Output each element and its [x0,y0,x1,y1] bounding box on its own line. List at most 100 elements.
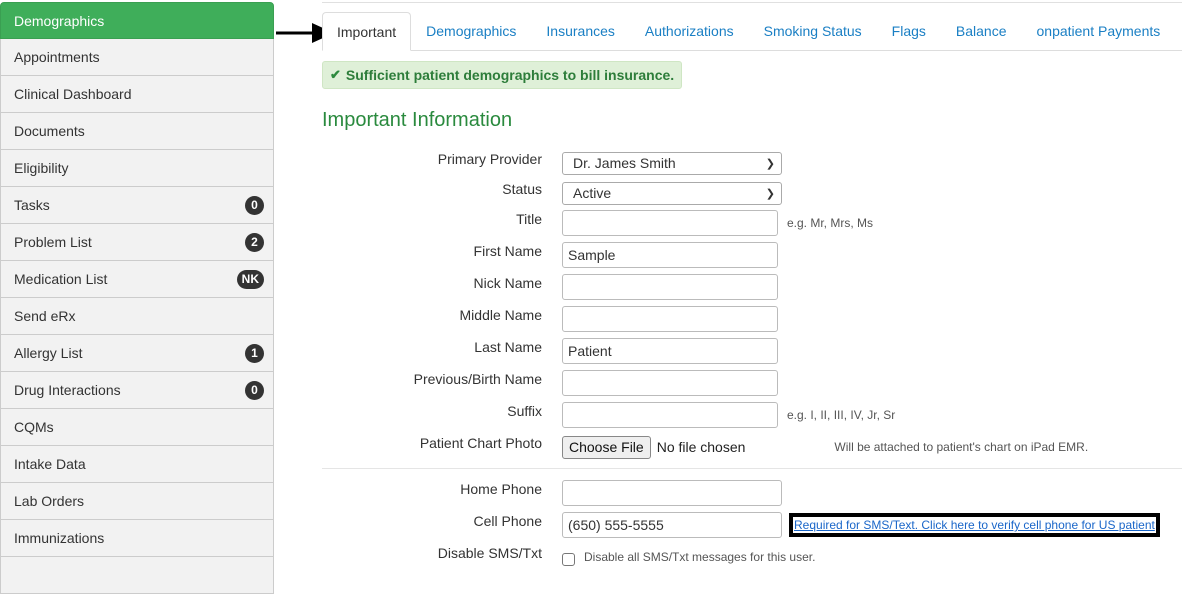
cell-phone-input[interactable] [562,512,782,538]
sidebar-item-problem-list[interactable]: Problem List 2 [0,224,274,261]
primary-provider-select[interactable]: Dr. James Smith ❯ [562,151,782,175]
middle-name-input[interactable] [562,306,778,332]
row-primary-provider: Primary Provider Dr. James Smith ❯ [322,149,782,177]
nick-name-label: Nick Name [473,275,542,291]
chevron-down-icon: ❯ [765,157,775,170]
check-icon: ✔ [330,67,341,82]
row-suffix: Suffix e.g. I, II, III, IV, Jr, Sr [322,401,895,429]
first-name-label: First Name [473,243,542,259]
alert-text: Sufficient patient demographics to bill … [345,67,675,83]
tab-authorizations[interactable]: Authorizations [630,12,749,50]
title-hint: e.g. Mr, Mrs, Ms [787,216,874,230]
disable-sms-label: Disable SMS/Txt [437,545,542,561]
sidebar-item-tasks[interactable]: Tasks 0 [0,187,274,224]
status-select[interactable]: Active ❯ [562,181,782,205]
sidebar-item-allergy-list[interactable]: Allergy List 1 [0,335,274,372]
sidebar-item-label: Allergy List [14,345,83,361]
tab-onpatient-payments[interactable]: onpatient Payments [1022,12,1176,50]
sidebar-item-label: Documents [14,123,85,139]
sidebar-item-label: Immunizations [14,530,105,546]
sidebar-item-eligibility[interactable]: Eligibility [0,150,274,187]
sidebar-item-label: Tasks [14,197,50,213]
last-name-input[interactable] [562,338,778,364]
row-title: Title e.g. Mr, Mrs, Ms [322,209,873,237]
sidebar-item-label: Drug Interactions [14,382,121,398]
previous-name-input[interactable] [562,370,778,396]
sidebar-item-label: Eligibility [14,160,69,176]
row-chart-photo: Patient Chart Photo Choose File No file … [322,433,1088,461]
sidebar-item-cqms[interactable]: CQMs [0,409,274,446]
sidebar-item-label: Send eRx [14,308,76,324]
tab-smoking-status[interactable]: Smoking Status [749,12,877,50]
suffix-label: Suffix [507,403,542,419]
sidebar-item-appointments[interactable]: Appointments [0,39,274,76]
count-badge: 0 [245,380,264,400]
top-divider [322,0,1182,3]
disable-sms-checkbox[interactable] [562,552,575,566]
tab-important[interactable]: Important [322,12,412,51]
sidebar-item-immunizations[interactable]: Immunizations [0,520,274,557]
primary-provider-value: Dr. James Smith [573,155,676,171]
suffix-hint: e.g. I, II, III, IV, Jr, Sr [787,408,896,422]
cell-phone-label: Cell Phone [473,513,543,529]
sidebar-item-label: Appointments [14,49,100,65]
sidebar-item-clinical-dashboard[interactable]: Clinical Dashboard [0,76,274,113]
row-first-name: First Name [322,241,778,269]
disable-sms-text: Disable all SMS/Txt messages for this us… [584,550,816,564]
choose-file-button[interactable]: Choose File [562,435,651,459]
tab-insurances[interactable]: Insurances [531,12,629,50]
row-cell-phone: Cell Phone Required for SMS/Text. Click … [322,511,1160,539]
count-badge: NK [236,269,264,289]
title-label: Title [516,211,542,227]
tab-flags[interactable]: Flags [877,12,941,50]
row-nick-name: Nick Name [322,273,778,301]
verify-cell-phone-link[interactable]: Required for SMS/Text. Click here to ver… [789,513,1160,537]
row-previous-name: Previous/Birth Name [322,369,778,397]
row-status: Status Active ❯ [322,179,782,207]
row-last-name: Last Name [322,337,778,365]
title-input[interactable] [562,210,778,236]
home-phone-input[interactable] [562,480,782,506]
sidebar-item-drug-interactions[interactable]: Drug Interactions 0 [0,372,274,409]
chevron-down-icon: ❯ [765,187,775,200]
status-label: Status [502,181,542,197]
sidebar-item-label: Lab Orders [14,493,85,509]
row-middle-name: Middle Name [322,305,778,333]
chart-photo-label: Patient Chart Photo [419,435,542,451]
file-status: No file chosen [656,439,746,455]
sidebar-item-label: Intake Data [14,456,86,472]
tab-bar: Important Demographics Insurances Authoriza… [322,12,1182,51]
count-badge: 0 [245,195,264,215]
row-home-phone: Home Phone [322,479,782,507]
sidebar-nav: Demographics Appointments Clinical Dashboa… [0,2,274,594]
tab-balance[interactable]: Balance [941,12,1022,50]
primary-provider-label: Primary Provider [437,151,542,167]
sidebar-item-label: Clinical Dashboard [14,86,132,102]
nick-name-input[interactable] [562,274,778,300]
sidebar-item-lab-orders[interactable]: Lab Orders [0,483,274,520]
chart-photo-hint: Will be attached to patient's chart on i… [834,440,1089,454]
sidebar-item-medication-list[interactable]: Medication List NK [0,261,274,298]
sidebar-item-demographics[interactable]: Demographics [0,2,274,39]
last-name-label: Last Name [474,339,542,355]
sidebar-item-send-erx[interactable]: Send eRx [0,298,274,335]
sidebar-item-more[interactable] [0,557,274,594]
section-divider [322,468,1182,469]
sidebar-item-label: CQMs [14,419,54,435]
sidebar-item-label: Demographics [14,12,105,29]
sidebar-item-documents[interactable]: Documents [0,113,274,150]
sidebar-item-label: Medication List [14,271,108,287]
count-badge: 1 [245,343,264,363]
home-phone-label: Home Phone [460,481,542,497]
success-alert: ✔ Sufficient patient demographics to bil… [322,61,683,89]
first-name-input[interactable] [562,242,778,268]
middle-name-label: Middle Name [459,307,542,323]
status-value: Active [573,185,612,201]
sidebar-item-label: Problem List [14,234,92,250]
sidebar-item-intake-data[interactable]: Intake Data [0,446,274,483]
count-badge: 2 [245,232,264,252]
tab-demographics[interactable]: Demographics [411,12,531,50]
previous-name-label: Previous/Birth Name [413,371,542,387]
section-title: Important Information [322,109,513,131]
suffix-input[interactable] [562,402,778,428]
